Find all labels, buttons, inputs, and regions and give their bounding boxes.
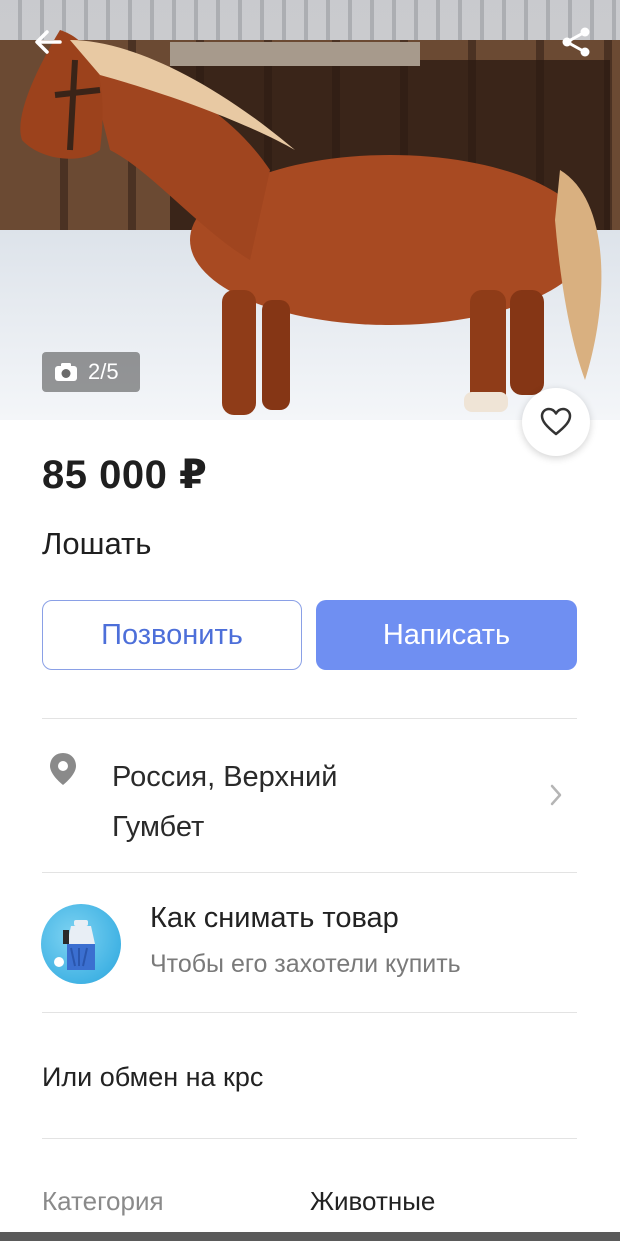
divider xyxy=(42,1012,577,1013)
tip-title: Как снимать товар xyxy=(150,902,399,934)
coffee-maker-icon xyxy=(41,904,121,984)
arrow-left-icon xyxy=(35,30,62,54)
location-line-1: Россия, Верхний xyxy=(112,761,338,793)
write-button[interactable]: Написать xyxy=(316,600,577,670)
photo-counter-text: 2/5 xyxy=(88,359,119,384)
favorite-button[interactable] xyxy=(522,388,590,456)
camera-icon xyxy=(55,363,77,381)
call-button[interactable]: Позвонить xyxy=(42,600,302,670)
listing-description: Или обмен на крс xyxy=(42,1062,264,1092)
divider xyxy=(42,718,577,719)
listing-price: 85 000 ₽ xyxy=(42,453,208,497)
location-text: Россия, Верхний Гумбет xyxy=(112,752,492,852)
location-pin-icon xyxy=(50,753,76,785)
share-button[interactable] xyxy=(552,20,600,64)
listing-title: Лошать xyxy=(42,526,152,561)
heart-icon xyxy=(540,407,572,436)
bottom-edge xyxy=(0,1232,620,1241)
share-icon xyxy=(562,27,590,57)
divider xyxy=(42,1138,577,1139)
tip-subtitle: Чтобы его захотели купить xyxy=(150,950,461,978)
photo-counter: 2/5 xyxy=(42,352,140,392)
category-value: Животные xyxy=(310,1186,436,1216)
category-label: Категория xyxy=(42,1186,164,1216)
divider xyxy=(42,872,577,873)
back-button[interactable] xyxy=(28,22,68,62)
location-line-2: Гумбет xyxy=(112,811,205,843)
chevron-right-icon xyxy=(550,784,562,806)
